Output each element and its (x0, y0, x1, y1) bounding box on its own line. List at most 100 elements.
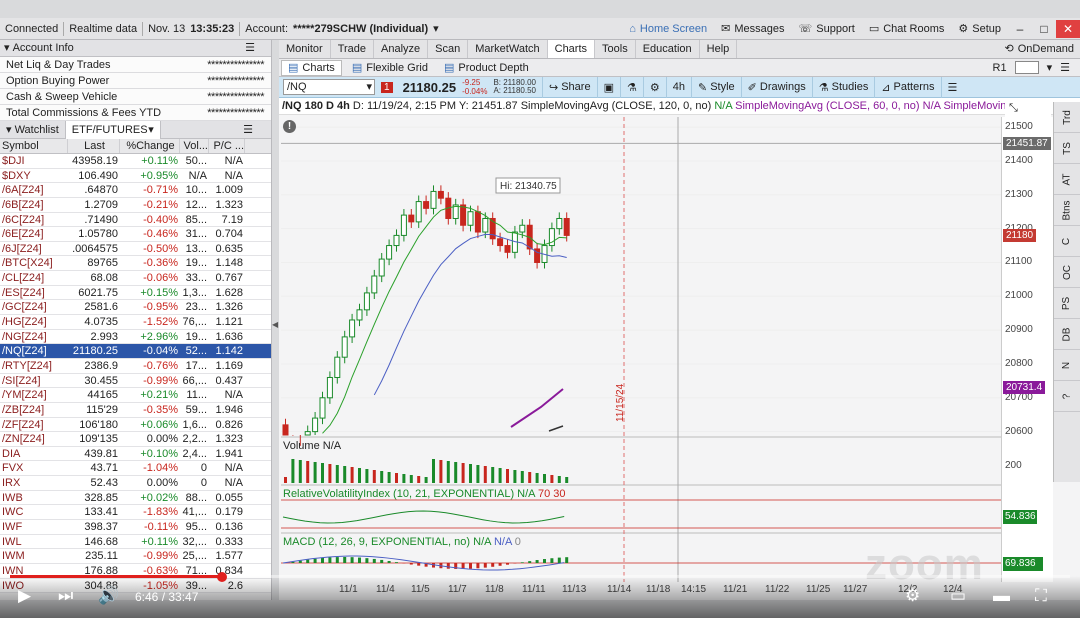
watchlist-row[interactable]: $DXY 106.490 +0.95% N/A N/A (0, 168, 271, 184)
setup-button[interactable]: ⚙ Setup (951, 18, 1008, 40)
symbol-cell[interactable]: IRX (0, 476, 68, 490)
side-tab-c[interactable]: C (1054, 226, 1080, 257)
col-symbol[interactable]: Symbol (0, 139, 68, 153)
settings-icon[interactable]: ⚙ (905, 586, 920, 606)
col-last[interactable]: Last (68, 139, 120, 153)
chevron-down-icon[interactable]: ▾ (1047, 61, 1053, 74)
style-button[interactable]: ✎ Style (690, 76, 741, 98)
symbol-cell[interactable]: /ZB[Z24] (0, 403, 68, 417)
tab-tools[interactable]: Tools (595, 40, 636, 58)
symbol-cell[interactable]: /HG[Z24] (0, 315, 68, 329)
watchlist-row[interactable]: IWM 235.11 -0.99% 25,... 1.577 (0, 549, 271, 564)
watchlist-collapse[interactable]: ▾ Watchlist (0, 120, 66, 139)
sma60-label[interactable]: SimpleMovingAvg (CLOSE, 60, 0, no) (735, 100, 919, 112)
watchlist-row[interactable]: /NQ[Z24] 21180.25 -0.04% 52... 1.142 (0, 344, 271, 359)
col-volume[interactable]: Vol... (180, 139, 209, 153)
symbol-cell[interactable]: /NQ[Z24] (0, 344, 68, 358)
sma120-label[interactable]: SimpleMovingAvg (CLOSE, 120, 0, no) (521, 100, 712, 112)
collapse-icon[interactable]: ▾ (4, 40, 13, 57)
watchlist-row[interactable]: /HG[Z24] 4.0735 -1.52% 76,... 1.121 (0, 315, 271, 330)
video-scrubber[interactable] (217, 572, 227, 582)
watchlist-row[interactable]: DIA 439.81 +0.10% 2,4... 1.941 (0, 446, 271, 462)
watchlist-row[interactable]: FVX 43.71 -1.04% 0 N/A (0, 461, 271, 477)
info-icon[interactable]: ! (283, 120, 296, 133)
side-tab-db[interactable]: DB (1054, 319, 1080, 350)
side-tab-n[interactable]: N (1054, 350, 1080, 381)
watchlist-row[interactable]: /GC[Z24] 2581.6 -0.95% 23... 1.326 (0, 300, 271, 316)
snapshot-button[interactable]: ▣ (596, 76, 620, 98)
watchlist-row[interactable]: /NG[Z24] 2.993 +2.96% 19... 1.636 (0, 329, 271, 345)
drawings-button[interactable]: ✐ Drawings (740, 76, 812, 98)
symbol-cell[interactable]: /SI[Z24] (0, 374, 68, 388)
side-tab-?[interactable]: ? (1054, 381, 1080, 412)
symbol-cell[interactable]: $DJI (0, 154, 68, 168)
watchlist-row[interactable]: IRX 52.43 0.00% 0 N/A (0, 476, 271, 491)
watchlist-row[interactable]: /BTC[X24] 89765 -0.36% 19... 1.148 (0, 256, 271, 272)
interval-selector[interactable]: 4h (665, 76, 691, 98)
layout-selector[interactable] (1014, 61, 1039, 74)
subtab-charts[interactable]: ▤ Charts (281, 59, 342, 76)
chart-menu-button[interactable]: ☰ (940, 76, 964, 98)
watchlist-menu-icon[interactable]: ☰ (243, 123, 253, 136)
watchlist-row[interactable]: /6B[Z24] 1.2709 -0.21% 12... 1.323 (0, 197, 271, 213)
watchlist-row[interactable]: /6E[Z24] 1.05780 -0.46% 31... 0.704 (0, 227, 271, 242)
tab-monitor[interactable]: Monitor (279, 40, 331, 58)
panel-collapse-handle[interactable]: ◀ (272, 320, 278, 329)
menu-icon[interactable]: ☰ (245, 40, 255, 57)
watchlist-row[interactable]: /ES[Z24] 6021.75 +0.15% 1,3... 1.628 (0, 285, 271, 301)
price-chart[interactable]: 11/15/24Hi: 21340.7511/111/411/511/711/8… (281, 117, 1001, 597)
watchlist-row[interactable]: IWL 146.68 +0.11% 32,... 0.333 (0, 534, 271, 550)
side-tab-ps[interactable]: PS (1054, 288, 1080, 319)
watchlist-row[interactable]: /6J[Z24] .0064575 -0.50% 13... 0.635 (0, 241, 271, 257)
symbol-cell[interactable]: /6A[Z24] (0, 183, 68, 197)
tab-help[interactable]: Help (700, 40, 738, 58)
account-selector[interactable]: *****279SCHW (Individual) (293, 18, 433, 40)
symbol-cell[interactable]: IWM (0, 549, 68, 563)
tab-education[interactable]: Education (636, 40, 700, 58)
side-tab-btns[interactable]: Btns (1054, 195, 1080, 226)
watchlist-selector[interactable]: ETF/FUTURES ▾ (65, 120, 161, 139)
symbol-cell[interactable]: /6E[Z24] (0, 227, 68, 241)
chart-settings-button[interactable]: ⚙ (642, 76, 666, 98)
watchlist-row[interactable]: IWC 133.41 -1.83% 41,... 0.179 (0, 505, 271, 521)
tab-marketwatch[interactable]: MarketWatch (468, 40, 548, 58)
symbol-cell[interactable]: /ZF[Z24] (0, 418, 68, 432)
symbol-cell[interactable]: /BTC[X24] (0, 256, 68, 270)
watchlist-row[interactable]: IWB 328.85 +0.02% 88... 0.055 (0, 490, 271, 506)
account-dropdown-icon[interactable]: ▾ (433, 18, 444, 40)
side-tab-oc[interactable]: OC (1054, 257, 1080, 288)
symbol-cell[interactable]: IWB (0, 491, 68, 505)
home-screen-button[interactable]: ⌂ Home Screen (622, 18, 714, 40)
play-icon[interactable]: ▶ (18, 586, 31, 606)
side-tab-ts[interactable]: TS (1054, 133, 1080, 164)
watchlist-row[interactable]: /YM[Z24] 44165 +0.21% 11... N/A (0, 388, 271, 403)
watchlist-row[interactable]: $DJI 43958.19 +0.11% 50... N/A (0, 154, 271, 169)
tab-scan[interactable]: Scan (428, 40, 469, 58)
symbol-cell[interactable]: /6J[Z24] (0, 242, 68, 256)
subtab-flexible-grid[interactable]: ▤ Flexible Grid (346, 60, 434, 76)
volume-icon[interactable]: 🔊 (98, 586, 119, 606)
watchlist-row[interactable]: /6A[Z24] .64870 -0.71% 10... 1.009 (0, 183, 271, 198)
tab-charts[interactable]: Charts (547, 40, 596, 58)
maximize-button[interactable]: □ (1032, 20, 1056, 38)
subtab-product-depth[interactable]: ▤ Product Depth (438, 60, 535, 76)
theater-icon[interactable]: ▬ (993, 586, 1010, 606)
studies-button[interactable]: ⚗ Studies (811, 76, 875, 98)
symbol-cell[interactable]: IWF (0, 520, 68, 534)
minimize-button[interactable]: – (1008, 20, 1032, 38)
symbol-cell[interactable]: /GC[Z24] (0, 300, 68, 314)
symbol-cell[interactable]: /6B[Z24] (0, 198, 68, 212)
symbol-cell[interactable]: /YM[Z24] (0, 388, 68, 402)
fullscreen-icon[interactable]: ⛶ (1035, 586, 1047, 606)
symbol-cell[interactable]: /6C[Z24] (0, 213, 68, 227)
share-button[interactable]: ↪ Share (542, 76, 597, 98)
symbol-cell[interactable]: FVX (0, 461, 68, 475)
symbol-cell[interactable]: IWL (0, 535, 68, 549)
symbol-cell[interactable]: /CL[Z24] (0, 271, 68, 285)
account-info-header[interactable]: ▾ Account Info ☰ (0, 40, 271, 57)
symbol-cell[interactable]: DIA (0, 447, 68, 461)
symbol-cell[interactable]: /RTY[Z24] (0, 359, 68, 373)
chat-rooms-button[interactable]: ▭ Chat Rooms (862, 18, 952, 40)
r1-label[interactable]: R1 (993, 62, 1007, 74)
symbol-cell[interactable]: /NG[Z24] (0, 330, 68, 344)
